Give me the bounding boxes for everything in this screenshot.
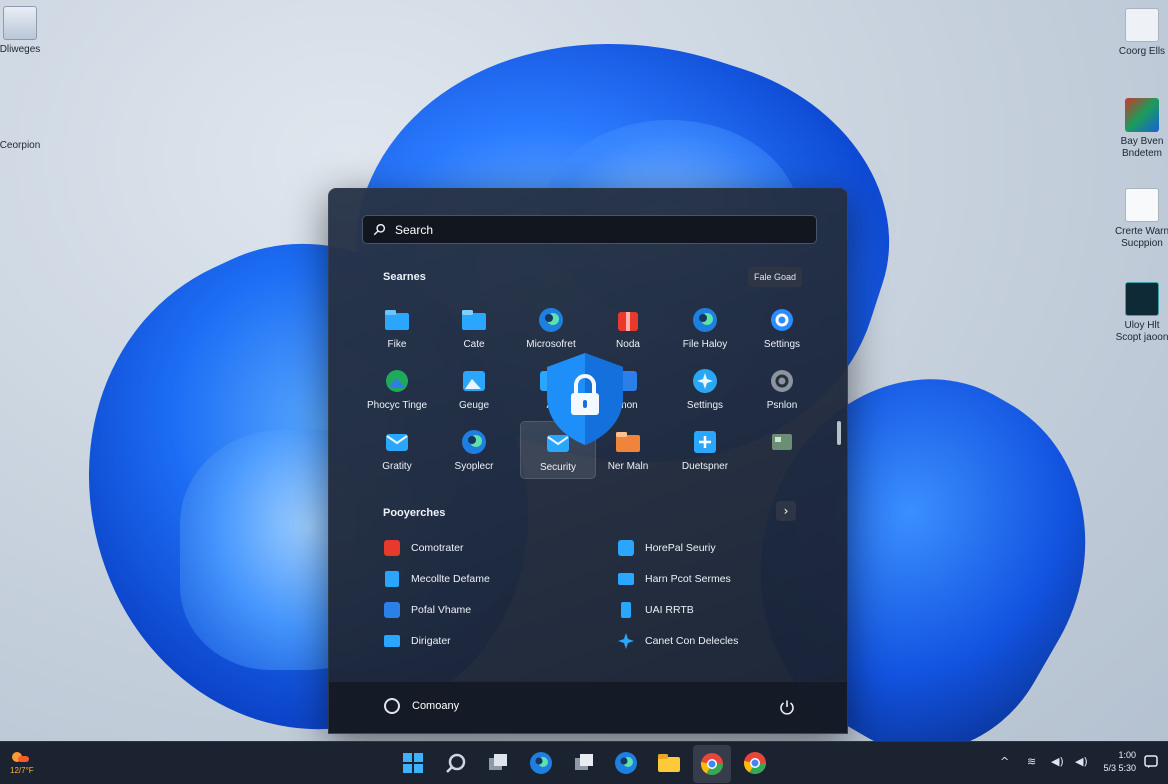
search-input[interactable]: Search <box>362 215 817 244</box>
document-icon <box>1125 188 1159 222</box>
folder-icon <box>462 310 486 330</box>
phone-icon <box>621 602 631 618</box>
recommended-item[interactable]: HorePal Seuriy <box>617 539 716 557</box>
edge-icon <box>539 308 563 332</box>
all-apps-button[interactable]: Fale Goad <box>748 267 802 287</box>
scrollbar[interactable] <box>837 421 841 445</box>
pinned-app[interactable]: Noda <box>590 299 666 357</box>
taskbar: 12/7°F ^ ≋ ◀) ◀) 1:00 5/3 5:30 <box>0 741 1168 784</box>
app-shortcut-icon <box>1125 8 1159 42</box>
pinned-app[interactable]: Geuge <box>436 360 512 418</box>
pinned-app[interactable]: Psnlon <box>744 360 820 418</box>
desktop-icon-document[interactable]: Crerte Warn Sucppion <box>1112 188 1168 250</box>
image-icon <box>384 602 400 618</box>
app-icon <box>384 540 400 556</box>
weather-widget[interactable]: 12/7°F <box>10 750 34 775</box>
photos-icon <box>386 370 408 392</box>
desktop-icon-app[interactable]: Uloy Hlt Scopt jaoon <box>1112 282 1168 344</box>
task-view-icon[interactable] <box>485 750 511 776</box>
chrome-taskbar-button[interactable] <box>693 745 731 783</box>
mail-icon <box>618 573 634 585</box>
chrome-icon[interactable] <box>742 750 768 776</box>
recommended-item[interactable]: UAI RRTB <box>617 601 694 619</box>
app-icon <box>618 540 634 556</box>
notification-icon[interactable] <box>1144 755 1158 769</box>
recommended-item[interactable]: Comotrater <box>383 539 464 557</box>
grid-app-icon <box>1125 282 1159 316</box>
desktop-icon-recycle[interactable]: Dliweges <box>0 6 50 56</box>
user-account-button[interactable]: Comoany <box>384 698 459 714</box>
start-button[interactable] <box>400 750 426 776</box>
pinned-app[interactable]: File Haloy <box>667 299 743 357</box>
pinned-app[interactable] <box>744 421 820 479</box>
pinned-app[interactable]: Microsofret <box>513 299 589 357</box>
recommended-item[interactable]: Pofal Vhame <box>383 601 471 619</box>
security-shield-icon <box>547 353 623 445</box>
recommended-item[interactable]: Harn Pcot Sermes <box>617 570 731 588</box>
mail-icon <box>386 434 408 451</box>
gift-icon <box>618 312 638 331</box>
app-shortcut-icon <box>1125 98 1159 132</box>
pinned-app[interactable]: Settings <box>744 299 820 357</box>
start-menu: Search Searnes Fale Goad Fike Cate Micro… <box>328 188 848 734</box>
image-icon <box>463 371 485 391</box>
pinned-app[interactable]: Cate <box>436 299 512 357</box>
settings-star-icon <box>693 369 717 393</box>
recommended-item[interactable]: Dirigater <box>383 632 451 650</box>
pinned-app[interactable]: Syoplecr <box>436 421 512 479</box>
edge-icon <box>693 308 717 332</box>
volume-icon[interactable]: ◀) <box>1051 755 1064 768</box>
pinned-app[interactable]: Phocyc Tinge <box>359 360 435 418</box>
recycle-bin-icon <box>3 6 37 40</box>
edge-icon[interactable] <box>613 750 639 776</box>
folder-icon <box>385 310 409 330</box>
recommended-item[interactable]: Mecollte Defame <box>383 570 490 588</box>
search-placeholder: Search <box>395 222 434 237</box>
pinned-app[interactable]: Gratity <box>359 421 435 479</box>
desktop-icon-item[interactable]: Ceorpion <box>0 140 50 152</box>
avatar <box>384 698 400 714</box>
user-name: Comoany <box>412 700 460 712</box>
plus-icon <box>694 431 716 453</box>
desktop-icon-app[interactable]: Coorg Ells <box>1112 8 1168 58</box>
chevron-up-icon[interactable]: ^ <box>1000 755 1009 768</box>
edge-icon <box>462 430 486 454</box>
mail-icon <box>384 635 400 647</box>
desktop-icon-app[interactable]: Bay Bven Bndetem <box>1112 98 1168 160</box>
wifi-icon[interactable]: ≋ <box>1027 755 1036 768</box>
document-icon <box>385 571 399 587</box>
chrome-icon <box>701 753 723 775</box>
search-icon[interactable] <box>443 750 469 776</box>
gear-icon <box>771 309 793 331</box>
recommended-title: Pooyerches <box>383 507 446 519</box>
settings-star-icon <box>618 633 634 649</box>
widgets-icon[interactable] <box>571 750 597 776</box>
recommended-item[interactable]: Canet Con Delecles <box>617 632 738 650</box>
gear-icon <box>771 370 793 392</box>
volume-icon[interactable]: ◀) <box>1075 755 1088 768</box>
clock[interactable]: 1:00 5/3 5:30 <box>1103 749 1136 775</box>
pinned-title: Searnes <box>383 271 426 283</box>
power-icon[interactable] <box>779 699 795 715</box>
file-explorer-icon[interactable] <box>656 750 682 776</box>
pinned-app[interactable]: Settings <box>667 360 743 418</box>
start-footer: Comoany <box>329 681 847 733</box>
edge-icon[interactable] <box>528 750 554 776</box>
more-button[interactable]: › <box>776 501 796 521</box>
spreadsheet-icon <box>772 434 792 450</box>
search-icon <box>373 223 386 236</box>
pinned-app[interactable]: Fike <box>359 299 435 357</box>
weather-icon <box>12 752 29 762</box>
pinned-app[interactable]: Duetspner <box>667 421 743 479</box>
